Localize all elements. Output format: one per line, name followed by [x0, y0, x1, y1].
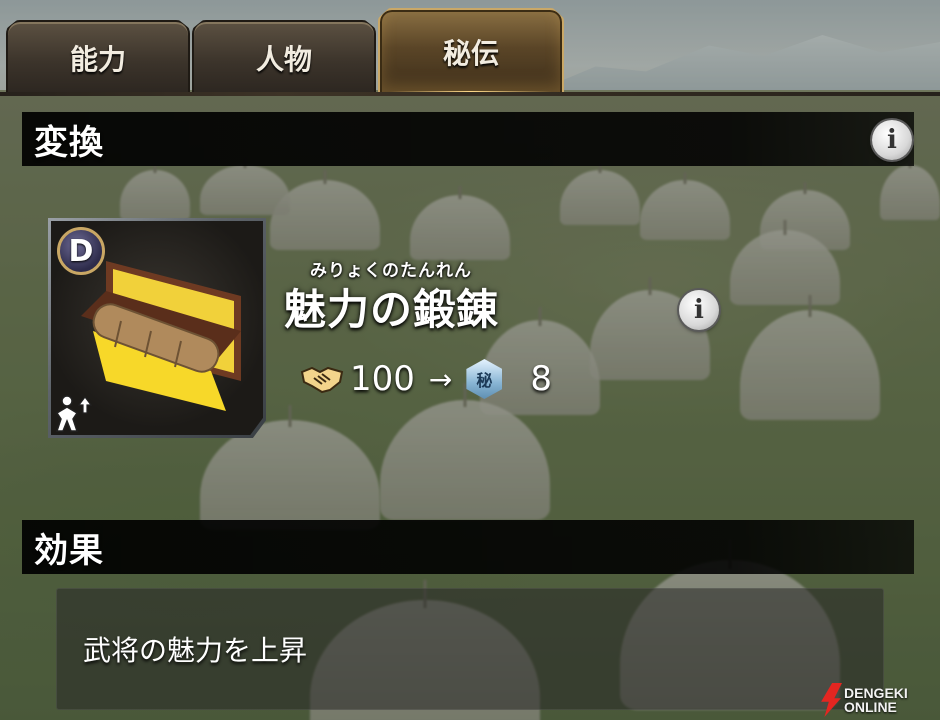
- effect-description-box: 武将の魅力を上昇: [56, 588, 884, 710]
- effect-description: 武将の魅力を上昇: [83, 634, 308, 667]
- tab-ability[interactable]: 能力: [6, 20, 190, 94]
- info-icon: i: [887, 125, 897, 155]
- lightning-icon: [821, 683, 842, 717]
- tab-label: 能力: [69, 43, 126, 76]
- stat-up-icon: [55, 395, 93, 432]
- conversion-cost-row: 100 → 秘 8: [300, 356, 552, 402]
- handshake-icon: [300, 366, 344, 394]
- rank-d-badge: D: [57, 227, 105, 275]
- dengeki-online-logo: DENGEKI ONLINE: [820, 680, 940, 720]
- hiden-icon-glyph: 秘: [476, 371, 493, 390]
- item-info-button[interactable]: i: [679, 290, 719, 330]
- tab-label: 秘伝: [442, 37, 499, 70]
- item-card[interactable]: D: [48, 218, 266, 438]
- info-icon: i: [694, 295, 704, 325]
- item-name: 魅力の鍛錬: [284, 285, 500, 334]
- cost-to-value: 8: [530, 359, 553, 399]
- tab-secret[interactable]: 秘伝: [378, 8, 564, 94]
- watermark-text: DENGEKI ONLINE: [844, 686, 908, 714]
- conversion-arrow: →: [428, 362, 453, 396]
- tab-label: 人物: [255, 43, 312, 76]
- conversion-header: 変換: [22, 112, 914, 166]
- tab-person[interactable]: 人物: [192, 20, 376, 94]
- cost-from-value: 100: [350, 359, 415, 399]
- effect-title: 効果: [34, 530, 104, 571]
- effect-header: 効果: [22, 520, 914, 574]
- watermark-line2: ONLINE: [844, 699, 897, 715]
- hiden-secret-icon: 秘: [466, 359, 503, 399]
- tab-bar: 能力 人物 秘伝: [0, 0, 570, 96]
- watermark-line1: DENGEKI: [844, 685, 908, 701]
- conversion-info-button[interactable]: i: [872, 120, 912, 160]
- conversion-title: 変換: [34, 122, 104, 163]
- item-image: D: [51, 221, 263, 435]
